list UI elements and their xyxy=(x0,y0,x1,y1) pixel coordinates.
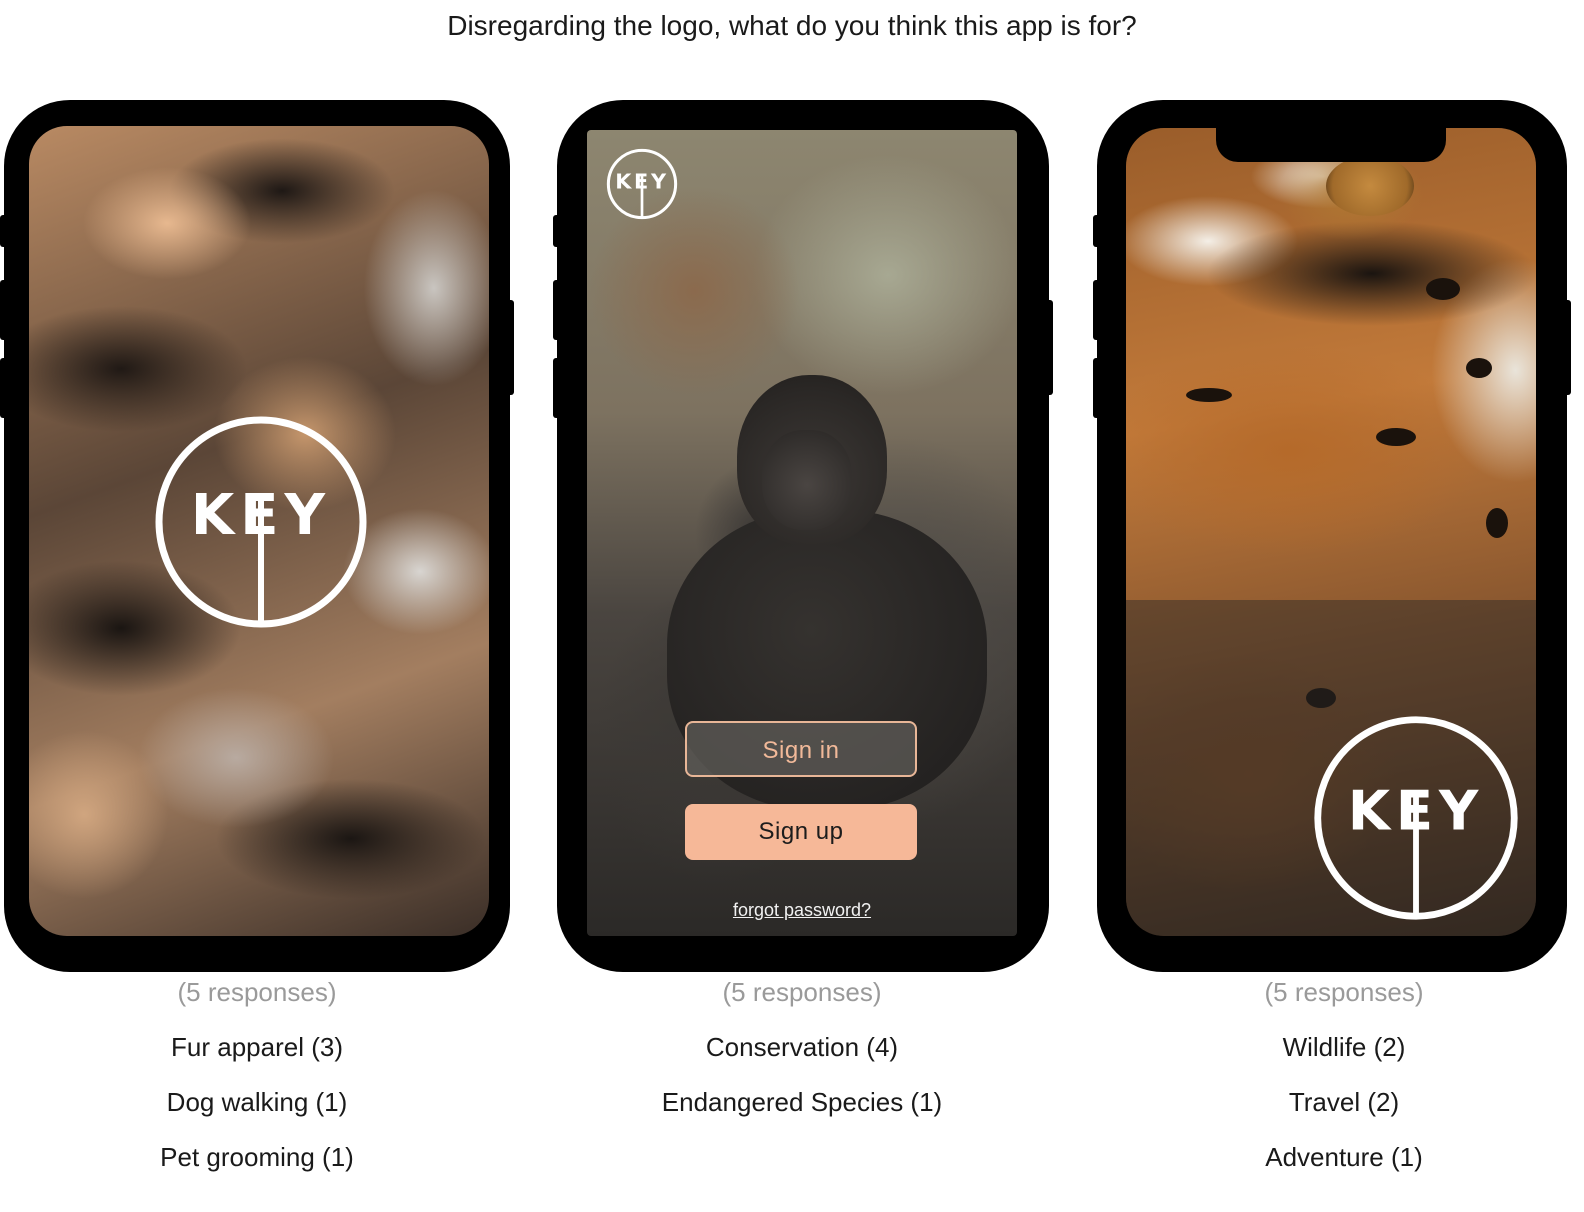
responses-column-2: (5 responses) Conservation (4) Endangere… xyxy=(602,965,1002,1130)
phone-mockup-3: KEY xyxy=(1093,100,1571,972)
answer-item: Travel (2) xyxy=(1288,1087,1400,1117)
phone-mockup-2: KEY Sign in Sign up forgot password? xyxy=(553,100,1053,972)
answer-item: Wildlife (2) xyxy=(1282,1032,1406,1062)
fur-background-image: KEY xyxy=(29,126,489,936)
sign-in-button[interactable]: Sign in xyxy=(685,721,917,777)
answer-item: Fur apparel (3) xyxy=(171,1032,343,1062)
responses-column-1: (5 responses) Fur apparel (3) Dog walkin… xyxy=(57,965,457,1185)
responses-count: (5 responses) xyxy=(722,977,882,1007)
survey-question: Disregarding the logo, what do you think… xyxy=(447,10,1137,41)
answer-item: Dog walking (1) xyxy=(166,1087,348,1117)
svg-text:KEY: KEY xyxy=(1348,779,1484,843)
answer-item: Pet grooming (1) xyxy=(160,1142,354,1172)
gorilla-background-image: KEY Sign in Sign up forgot password? xyxy=(587,130,1017,936)
forgot-password-link[interactable]: forgot password? xyxy=(587,900,1017,921)
phone-notch xyxy=(1216,128,1446,162)
svg-text:KEY: KEY xyxy=(191,483,331,548)
answer-item: Conservation (4) xyxy=(705,1032,899,1062)
answer-item: Endangered Species (1) xyxy=(661,1087,943,1117)
tiger-background-image: KEY xyxy=(1126,128,1536,936)
responses-column-3: (5 responses) Wildlife (2) Travel (2) Ad… xyxy=(1144,965,1544,1185)
key-logo-large: KEY xyxy=(1314,716,1518,920)
key-logo-small: KEY xyxy=(606,148,678,220)
phone-mockup-1: KEY xyxy=(0,100,514,972)
key-logo: KEY xyxy=(155,416,367,628)
responses-count: (5 responses) xyxy=(177,977,337,1007)
sign-up-button[interactable]: Sign up xyxy=(685,804,917,860)
svg-text:KEY: KEY xyxy=(615,170,669,194)
answer-item: Adventure (1) xyxy=(1265,1142,1423,1172)
responses-count: (5 responses) xyxy=(1264,977,1424,1007)
